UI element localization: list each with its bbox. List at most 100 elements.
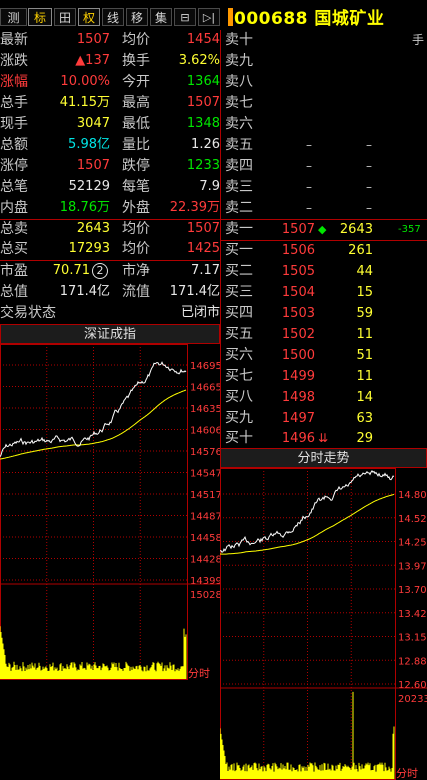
ask-6-label: 卖六 <box>225 116 253 132</box>
low-value: 1348 <box>186 116 220 131</box>
high-value: 1507 <box>186 95 220 110</box>
open-label: 今开 <box>122 74 150 90</box>
layout-grid-button[interactable]: 田 <box>54 8 76 26</box>
total-buy-label: 总买 <box>0 241 28 257</box>
ask-2-price: – <box>306 201 312 215</box>
unit-label: 手 <box>412 33 425 47</box>
mark-button[interactable]: 标 <box>28 8 52 26</box>
stock-chart-title[interactable]: 分时走势 <box>220 448 427 468</box>
draw-line-button[interactable]: 线 <box>102 8 124 26</box>
ask-3-label: 卖三 <box>225 179 253 195</box>
ask-2-label: 卖二 <box>225 200 253 216</box>
per-trade-label: 每笔 <box>122 179 150 195</box>
outer-label: 外盘 <box>122 200 150 216</box>
index-chart-title[interactable]: 深证成指 <box>0 324 220 344</box>
pct-label: 涨幅 <box>0 74 28 90</box>
ask-2-volume: – <box>366 201 372 215</box>
stock-chart[interactable]: 14.80 14.52 14.25 13.97 13.70 13.42 13.15 12.88… <box>220 468 427 780</box>
limit-down-value: 1233 <box>186 158 220 173</box>
float-value: 171.4亿 <box>169 284 220 299</box>
per-trade-value: 7.9 <box>199 179 220 194</box>
ask-8-label: 卖八 <box>225 74 253 90</box>
bid-4-label: 买四 <box>225 305 253 321</box>
bid-8-label: 买八 <box>225 389 253 405</box>
measure-button[interactable]: 测 <box>0 8 27 26</box>
open-value: 1364 <box>186 74 220 89</box>
ask-10-label: 卖十 <box>225 32 253 48</box>
y-tick-label: 14547 <box>190 469 220 480</box>
next-icon[interactable]: ▷| <box>198 8 220 26</box>
total-buy-value: 17293 <box>68 241 110 256</box>
bid-4-volume: 59 <box>356 306 373 321</box>
change-value: ▲137 <box>75 53 110 68</box>
bid-9-price: 1497 <box>281 411 315 426</box>
y-tick-label: 14576 <box>190 447 220 458</box>
ask-9-label: 卖九 <box>225 53 253 69</box>
stock-name: 国城矿业 <box>314 9 385 29</box>
time-label: 分时 <box>396 767 418 780</box>
total-hands-label: 总手 <box>0 95 28 111</box>
bid-8-volume: 14 <box>356 390 373 405</box>
bid-6-volume: 51 <box>356 348 373 363</box>
collect-button[interactable]: 集 <box>150 8 172 26</box>
y-tick-label: 14517 <box>190 490 220 501</box>
bid-9-label: 买九 <box>225 410 253 426</box>
pe-label: 市盈 <box>0 263 28 279</box>
stock-avg-line <box>220 493 395 555</box>
volume-max-label: 20233 <box>398 694 427 705</box>
high-label: 最高 <box>122 95 150 111</box>
pb-label: 市净 <box>122 263 150 279</box>
bid-2-price: 1505 <box>281 264 315 279</box>
outer-value: 22.39万 <box>169 200 220 215</box>
y-tick-label: 14458 <box>190 533 220 544</box>
bid-5-label: 买五 <box>225 326 253 342</box>
limit-up-value: 1507 <box>76 158 110 173</box>
current-hands-value: 3047 <box>76 116 110 131</box>
ask-4-label: 卖四 <box>225 158 253 174</box>
ask-5-volume: – <box>366 138 372 152</box>
ask-1-label: 卖一 <box>225 221 253 237</box>
index-chart[interactable]: 14695 14665 14635 14606 14576 14547 14517 14487… <box>0 344 220 680</box>
ask-7-label: 卖七 <box>225 95 253 111</box>
bid-10-volume: 29 <box>356 431 373 446</box>
inner-value: 18.76万 <box>59 200 110 215</box>
stock-title: 000688 国城矿业 <box>228 4 385 29</box>
collapse-icon[interactable]: ⊟ <box>174 8 196 26</box>
trades-value: 52129 <box>68 179 110 194</box>
float-label: 流值 <box>122 284 150 300</box>
ask-1-change: -357 <box>398 224 421 235</box>
latest-value: 1507 <box>76 32 110 47</box>
bid-10-label: 买十 <box>225 430 253 446</box>
y-tick-label: 12.88 <box>398 656 427 667</box>
ask-5-label: 卖五 <box>225 137 253 153</box>
ask-5-price: – <box>306 138 312 152</box>
bid-8-price: 1498 <box>281 390 315 405</box>
bid-4-price: 1503 <box>281 306 315 321</box>
index-avg-line <box>0 389 187 460</box>
y-tick-label: 13.70 <box>398 585 427 596</box>
move-button[interactable]: 移 <box>126 8 148 26</box>
pe-badge-icon: 2 <box>92 263 108 279</box>
pb-value: 7.17 <box>191 263 220 278</box>
y-tick-label: 14.80 <box>398 490 427 501</box>
turnover-label: 换手 <box>122 53 150 69</box>
bid-1-price: 1506 <box>281 243 315 258</box>
y-tick-label: 13.15 <box>398 633 427 644</box>
total-sell-label: 总卖 <box>0 221 28 237</box>
rights-button[interactable]: 权 <box>78 8 100 26</box>
toolbar: 测 标 田 权 线 移 集 ⊟ ▷| 000688 国城矿业 <box>0 0 427 30</box>
limit-up-label: 涨停 <box>0 158 28 174</box>
pe-value: 70.71 <box>52 263 90 278</box>
bid-7-price: 1499 <box>281 369 315 384</box>
status-value: 已闭市 <box>180 305 220 320</box>
y-tick-label: 13.97 <box>398 561 427 572</box>
stock-code: 000688 <box>234 9 308 29</box>
total-hands-value: 41.15万 <box>59 95 110 110</box>
bid-6-price: 1500 <box>281 348 315 363</box>
change-label: 涨跌 <box>0 53 28 69</box>
low-label: 最低 <box>122 116 150 132</box>
y-tick-label: 14487 <box>190 512 220 523</box>
vol-ratio-label: 量比 <box>122 137 150 153</box>
y-tick-label: 14635 <box>190 404 220 415</box>
y-tick-label: 13.42 <box>398 609 427 620</box>
